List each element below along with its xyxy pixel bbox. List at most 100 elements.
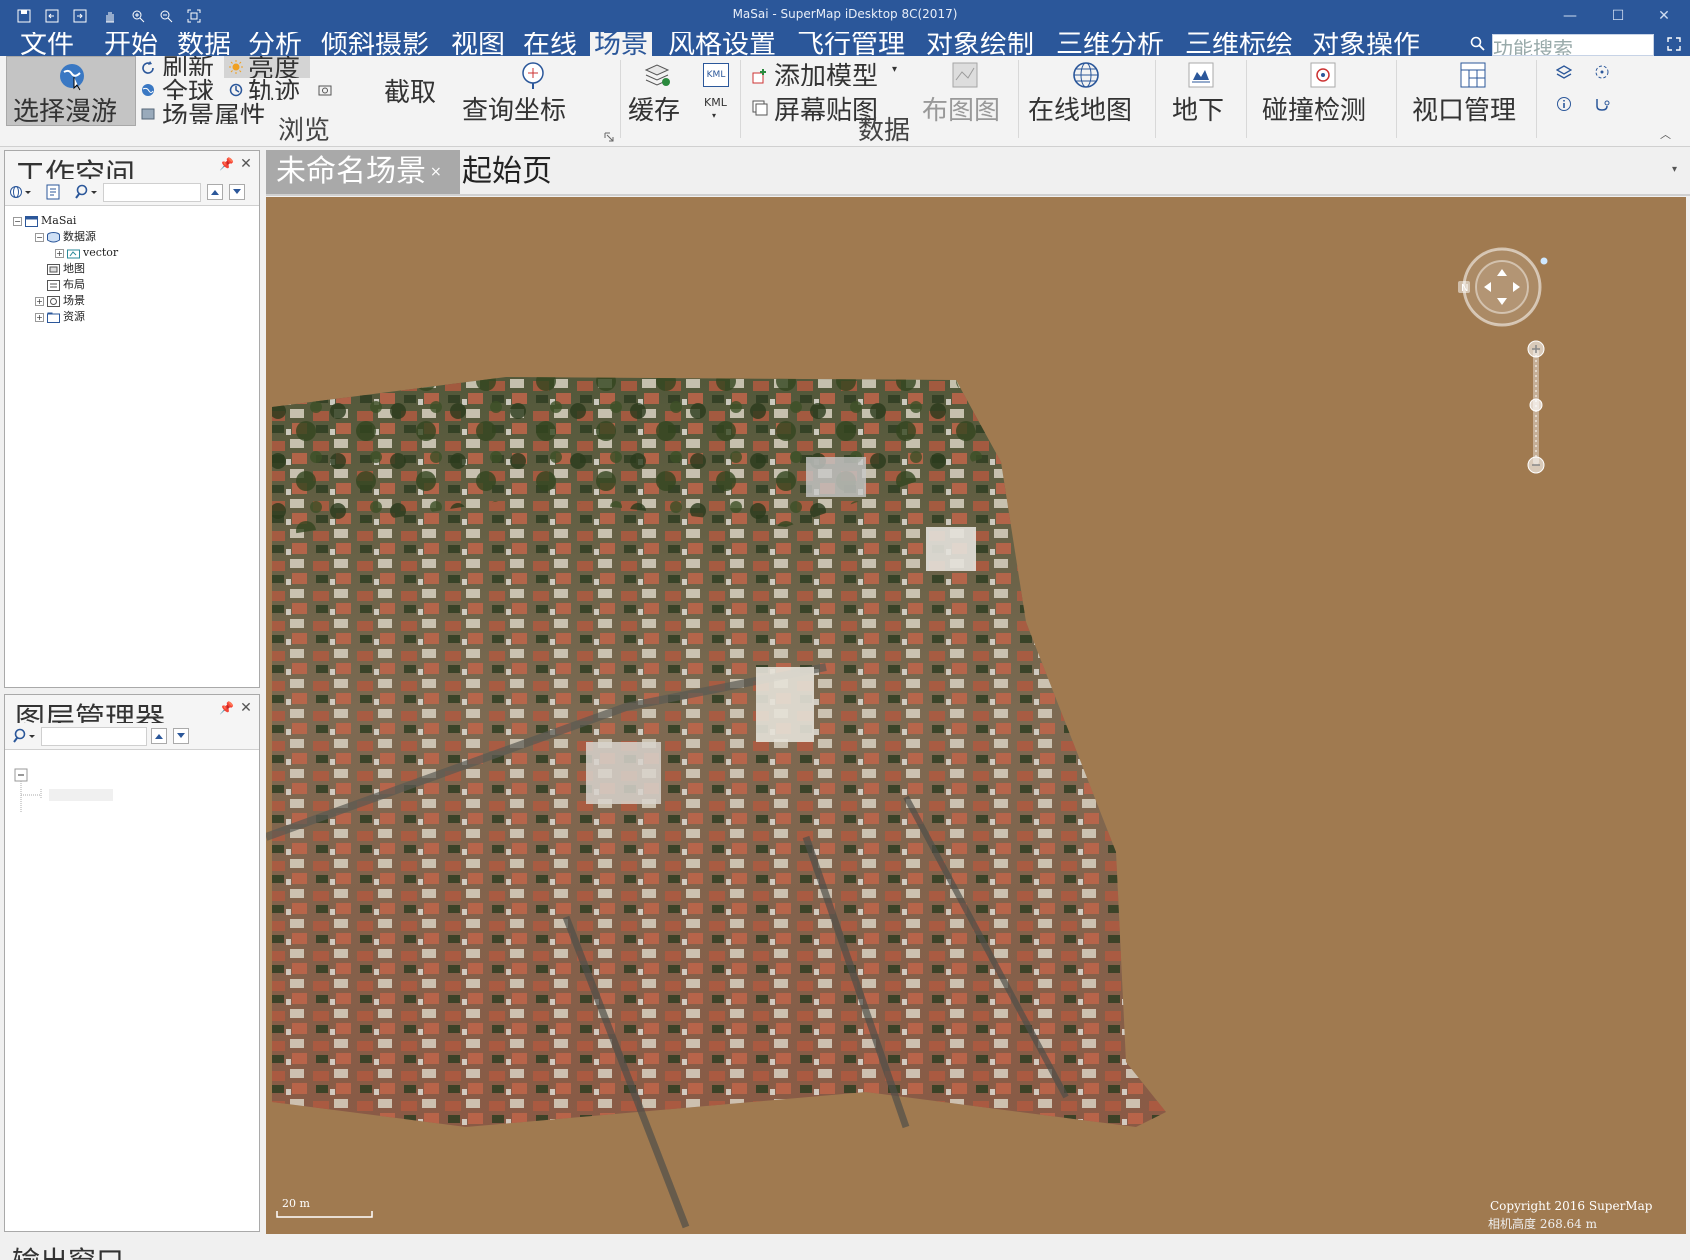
close-tab-icon[interactable]: ×	[430, 150, 442, 194]
tree-node-datasources[interactable]: − 数据源	[35, 229, 96, 245]
tabs-dropdown-icon[interactable]: ▾	[1672, 164, 1677, 175]
close-icon[interactable]: ✕	[239, 157, 253, 171]
kml-icon: KML	[703, 63, 729, 87]
menu-tab-view[interactable]: 视图	[451, 32, 505, 56]
dialog-launcher-icon[interactable]	[604, 132, 614, 142]
window-title: MaSai - SuperMap iDesktop 8C(2017)	[732, 7, 958, 21]
dataset-icon	[67, 249, 80, 258]
workspace-tree: − MaSai − 数据源 + vector 地图 布局 + 场景 + 资源	[5, 211, 259, 687]
separator	[1396, 60, 1397, 138]
menu-tab-data[interactable]: 数据	[177, 32, 231, 56]
track-button[interactable]: 轨迹	[248, 78, 300, 100]
globe-button[interactable]: 全球	[162, 78, 214, 100]
separator	[1155, 60, 1156, 138]
query-coords-button[interactable]: 查询坐标	[462, 96, 566, 126]
close-button[interactable]: ✕	[1644, 4, 1684, 28]
tree-node-scenes[interactable]: + 场景	[35, 293, 85, 309]
scene-props-button[interactable]: 场景属性	[162, 102, 266, 124]
camera-icon[interactable]	[318, 82, 334, 98]
move-down-icon[interactable]	[173, 728, 189, 744]
menu-tab-file[interactable]: 文件	[20, 32, 74, 56]
workspace-icon	[25, 215, 38, 227]
rotate-icon[interactable]	[1594, 64, 1610, 80]
layer-search-input[interactable]	[41, 727, 147, 746]
terrain-button[interactable]: 地下	[1172, 96, 1224, 126]
tree-expander[interactable]: +	[55, 248, 64, 258]
save-workspace-icon[interactable]	[45, 184, 67, 200]
layout-map-icon	[950, 60, 980, 90]
layers-icon[interactable]	[1556, 64, 1572, 80]
move-up-icon[interactable]	[151, 728, 167, 744]
scale-label: 20 m	[282, 1197, 310, 1210]
output-panel-title[interactable]: 输出窗口	[12, 1246, 124, 1260]
navigation-compass[interactable]: N	[1456, 235, 1550, 329]
tree-expander[interactable]: −	[35, 232, 44, 242]
scene-viewport[interactable]: N 20 m Copyright 2016 SuperMap 相机高度 268.…	[266, 197, 1686, 1234]
screen-layer-icon	[752, 100, 768, 116]
crop-button[interactable]: 截取	[384, 78, 436, 108]
sun-button[interactable]: 亮度	[224, 56, 310, 78]
tree-node-workspace[interactable]: − MaSai	[13, 213, 76, 229]
close-icon[interactable]: ✕	[239, 701, 253, 715]
browse-group-title: 浏览	[278, 116, 331, 146]
tree-node-maps[interactable]: 地图	[47, 261, 85, 277]
scene-icon	[47, 295, 60, 307]
tree-expander[interactable]: +	[35, 312, 44, 322]
tree-expander[interactable]: +	[35, 296, 44, 306]
tree-expander[interactable]: −	[13, 216, 22, 226]
add-model-icon	[752, 68, 768, 84]
minimize-button[interactable]: —	[1550, 4, 1590, 28]
menu-tab-style[interactable]: 风格设置	[668, 32, 776, 56]
maximize-button[interactable]: ☐	[1598, 4, 1638, 28]
doc-tab-start-page[interactable]: 起始页	[452, 150, 562, 194]
menu-bar: 文件 开始 数据 分析 倾斜摄影 视图 在线 场景 风格设置 飞行管理 对象绘制…	[0, 32, 1690, 56]
refresh-button[interactable]: 刷新	[162, 56, 214, 76]
kml-button[interactable]: KML	[704, 96, 727, 109]
layout-map-button[interactable]: 布图图	[922, 96, 1000, 126]
connect-detect-button[interactable]: 碰撞检测	[1262, 96, 1366, 126]
pin-icon[interactable]: 📌	[219, 157, 234, 171]
layer-toolbar	[5, 723, 259, 750]
move-up-icon[interactable]	[207, 184, 223, 200]
collapse-ribbon-icon[interactable]: ︿	[1660, 126, 1671, 142]
menu-tab-scene[interactable]: 场景	[590, 32, 652, 56]
window-manage-button[interactable]: 视口管理	[1412, 96, 1516, 126]
move-down-icon[interactable]	[229, 184, 245, 200]
online-map-button[interactable]: 在线地图	[1028, 96, 1132, 126]
expand-icon[interactable]	[1666, 36, 1682, 52]
workspace-panel-header: 工作空间 📌 ✕	[5, 151, 259, 179]
select-roam-button[interactable]: 选择漫游	[6, 56, 136, 126]
search-input[interactable]: 功能搜索	[1492, 34, 1654, 56]
connect-detect-icon	[1308, 60, 1338, 90]
tree-node-resources[interactable]: + 资源	[35, 309, 85, 325]
scale-bar: 20 m	[276, 1197, 386, 1221]
menu-tab-analysis[interactable]: 分析	[248, 32, 302, 56]
zoom-slider[interactable]	[1524, 339, 1548, 475]
tree-node-label: 地图	[63, 262, 85, 275]
tree-node-label: 场景	[63, 294, 85, 307]
add-model-dropdown-icon[interactable]: ▾	[892, 64, 897, 75]
search-icon[interactable]	[75, 184, 97, 200]
menu-tab-3d-plot[interactable]: 三维标绘	[1185, 32, 1293, 56]
menu-tab-flight[interactable]: 飞行管理	[797, 32, 905, 56]
doc-tab-scene[interactable]: 未命名场景 ×	[266, 150, 460, 194]
add-model-button[interactable]: 添加模型	[774, 62, 878, 86]
menu-tab-oblique[interactable]: 倾斜摄影	[321, 32, 429, 56]
open-workspace-icon[interactable]	[9, 184, 31, 200]
workspace-search-input[interactable]	[103, 183, 201, 202]
globe-cursor-icon	[57, 61, 87, 91]
kml-dropdown-icon[interactable]: ▾	[712, 111, 716, 120]
info-icon[interactable]	[1556, 96, 1572, 112]
output-panel: 输出窗口	[0, 1240, 1690, 1260]
path-icon[interactable]	[1594, 96, 1610, 112]
menu-tab-object-ops[interactable]: 对象操作	[1312, 32, 1420, 56]
menu-tab-online[interactable]: 在线	[523, 32, 577, 56]
tree-node-layouts[interactable]: 布局	[47, 277, 85, 293]
menu-tab-3d-analysis[interactable]: 三维分析	[1056, 32, 1164, 56]
search-icon[interactable]	[13, 728, 35, 744]
menu-tab-start[interactable]: 开始	[104, 32, 158, 56]
cache-button[interactable]: 缓存	[628, 96, 680, 126]
pin-icon[interactable]: 📌	[219, 701, 234, 715]
menu-tab-draw-object[interactable]: 对象绘制	[926, 32, 1034, 56]
tree-node-vector[interactable]: + vector	[55, 245, 118, 261]
